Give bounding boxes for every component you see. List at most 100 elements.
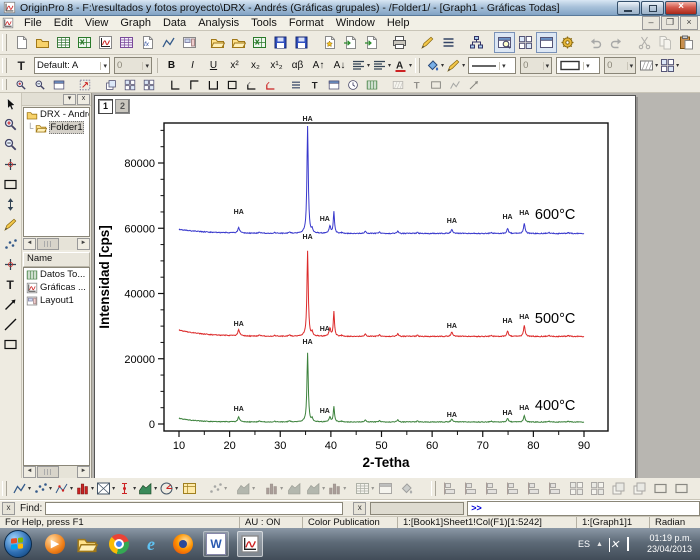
paste-button[interactable] <box>676 32 697 53</box>
print-button[interactable] <box>389 32 410 53</box>
text-tool-button[interactable] <box>1 275 21 294</box>
template-library-button[interactable] <box>179 478 200 499</box>
fill-pattern-button[interactable]: ▾ <box>638 55 659 76</box>
save-template-button[interactable] <box>291 32 312 53</box>
paragraph-align-button[interactable]: ▾ <box>350 55 371 76</box>
add-object-button[interactable] <box>426 77 445 93</box>
ungroup-objects-button[interactable] <box>671 478 692 499</box>
line-style-combo[interactable]: ▾ <box>468 57 516 74</box>
distribute-vertical-button[interactable] <box>587 478 608 499</box>
toolbar-grip[interactable] <box>2 79 7 90</box>
zoom-in-button[interactable] <box>11 77 30 93</box>
decrease-font-button[interactable]: A↓ <box>329 55 350 76</box>
new-function-button[interactable] <box>137 32 158 53</box>
menu-item-format[interactable]: Format <box>283 16 330 30</box>
line-plot-button[interactable]: ▾ <box>11 478 32 499</box>
merge-graphs-button[interactable] <box>139 77 158 93</box>
send-to-back-button[interactable] <box>629 478 650 499</box>
import-ascii-button[interactable] <box>340 32 361 53</box>
area-chart-button[interactable]: ▾ <box>137 478 158 499</box>
layer-2-button[interactable]: 2 <box>115 99 130 114</box>
align-right-button[interactable] <box>461 478 482 499</box>
screen-reader-tool-button[interactable] <box>1 155 21 174</box>
import-wizard-button[interactable] <box>319 32 340 53</box>
layer-1-button[interactable]: 1 <box>98 99 113 114</box>
add-arrow-object-button[interactable] <box>464 77 483 93</box>
script-window-button[interactable] <box>536 32 557 53</box>
fill-color-button[interactable]: ▾ <box>424 55 445 76</box>
command-combo[interactable] <box>370 502 464 515</box>
scatter-plot-button[interactable]: ▾ <box>32 478 53 499</box>
scroll-left-arrow[interactable]: ◄ <box>23 238 36 250</box>
contour-plot-button[interactable]: ▾ <box>95 478 116 499</box>
3d-bar-plot-button[interactable]: ▾ <box>263 478 284 499</box>
minimize-button[interactable] <box>617 1 640 15</box>
start-button[interactable] <box>4 530 32 558</box>
mask-range-tool-button[interactable] <box>1 215 21 234</box>
add-layer-button[interactable] <box>101 77 120 93</box>
new-folder-button[interactable] <box>32 32 53 53</box>
open-excel-button[interactable] <box>249 32 270 53</box>
scroll-right-arrow[interactable]: ► <box>77 466 90 478</box>
tree-item-folder1[interactable]: └ Folder1 <box>24 121 89 134</box>
list-item-graph[interactable]: Gráficas ... <box>24 281 89 294</box>
rescale-to-show-all-button[interactable] <box>75 77 94 93</box>
new-layout-button[interactable] <box>179 32 200 53</box>
new-legend-button[interactable] <box>286 77 305 93</box>
align-center-horizontal-button[interactable] <box>524 478 545 499</box>
3d-ribbon-plot-button[interactable] <box>284 478 305 499</box>
taskbar-firefox-button[interactable] <box>171 532 195 556</box>
graph-page[interactable]: 1 2 102030405060708090020000400006000080… <box>94 95 636 479</box>
bold-button[interactable]: B <box>161 55 182 76</box>
tree-horizontal-scrollbar[interactable]: ◄ ► <box>23 238 90 250</box>
copy-button[interactable] <box>655 32 676 53</box>
scroll-left-arrow[interactable]: ◄ <box>23 466 36 478</box>
grid-plot-button[interactable]: ▾ <box>354 478 375 499</box>
menu-item-help[interactable]: Help <box>381 16 416 30</box>
add-text-button[interactable] <box>305 77 324 93</box>
underline-button[interactable]: U <box>203 55 224 76</box>
new-excel-button[interactable] <box>74 32 95 53</box>
layer-management-button[interactable] <box>120 77 139 93</box>
menu-item-window[interactable]: Window <box>330 16 381 30</box>
zoom-out-button[interactable] <box>30 77 49 93</box>
action-center-icon[interactable]: ✕ <box>609 538 622 550</box>
add-clock-button[interactable] <box>343 77 362 93</box>
toolbar-grip[interactable] <box>2 481 7 496</box>
draw-data-tool-button[interactable] <box>1 235 21 254</box>
list-item-layout[interactable]: Layout1 <box>24 294 89 307</box>
pointer-tool-button[interactable] <box>1 95 21 114</box>
menu-item-view[interactable]: View <box>79 16 115 30</box>
mdi-minimize-button[interactable]: – <box>642 16 660 30</box>
undo-button[interactable] <box>585 32 606 53</box>
toolbar-grip[interactable] <box>431 481 436 496</box>
command-close-button[interactable]: x <box>353 502 366 515</box>
align-bottom-button[interactable] <box>503 478 524 499</box>
taskbar-ie-button[interactable]: e <box>139 532 163 556</box>
list-item-workbook[interactable]: Datos To... <box>24 268 89 281</box>
taskbar-chrome-button[interactable] <box>107 532 131 556</box>
taskbar-explorer-button[interactable] <box>75 532 99 556</box>
font-color-button[interactable]: ▾ <box>392 55 413 76</box>
bring-to-front-button[interactable] <box>608 478 629 499</box>
distribute-horizontal-button[interactable] <box>566 478 587 499</box>
subscript-button[interactable]: x₂ <box>245 55 266 76</box>
add-bracket-button[interactable] <box>407 77 426 93</box>
open-button[interactable] <box>207 32 228 53</box>
3d-surface-plot-button[interactable]: ▾ <box>235 478 256 499</box>
view-windows-button[interactable] <box>515 32 536 53</box>
toolbar-grip[interactable] <box>2 34 7 50</box>
panel-close-button[interactable]: x <box>77 94 90 105</box>
taskbar-clock[interactable]: 01:19 p.m. 23/04/2013 <box>647 533 692 555</box>
add-graph-object-button[interactable] <box>445 77 464 93</box>
taskbar-origin-button[interactable] <box>237 531 263 557</box>
menu-item-graph[interactable]: Graph <box>114 16 157 30</box>
cut-button[interactable] <box>634 32 655 53</box>
align-left-button[interactable] <box>440 478 461 499</box>
italic-button[interactable]: I <box>182 55 203 76</box>
polar-plot-button[interactable]: ▾ <box>158 478 179 499</box>
findbar-close-button[interactable]: x <box>2 502 15 515</box>
new-project-button[interactable] <box>11 32 32 53</box>
align-center-vertical-button[interactable] <box>545 478 566 499</box>
name-column-header[interactable]: Name <box>23 252 90 267</box>
